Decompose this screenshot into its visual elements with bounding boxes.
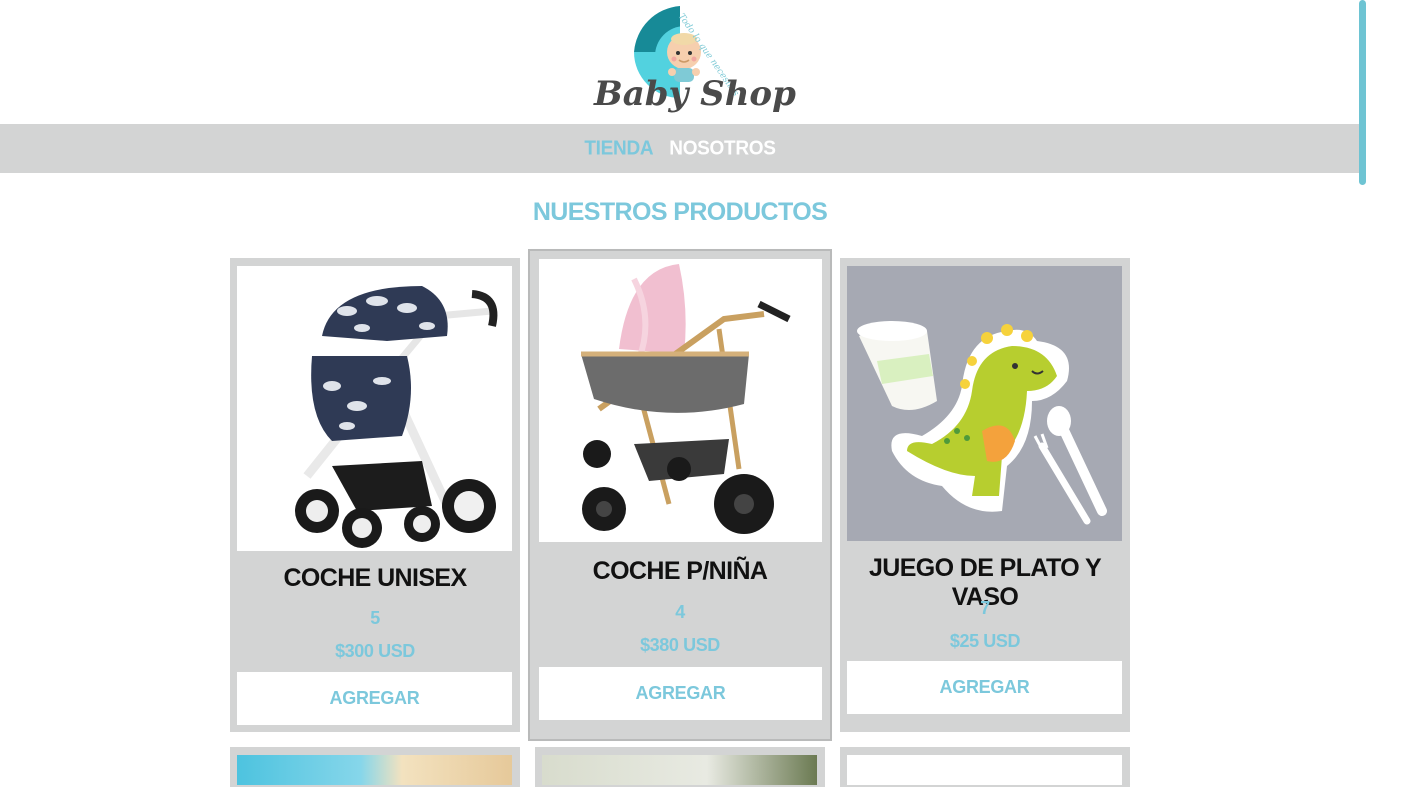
- add-to-cart-button[interactable]: AGREGAR: [539, 667, 822, 720]
- stroller-unisex-image[interactable]: [237, 266, 512, 551]
- scrollbar[interactable]: [1359, 0, 1366, 185]
- header: Todo lo que necesitas Baby Shop: [0, 0, 1360, 124]
- baby-shop-logo[interactable]: Todo lo que necesitas Baby Shop: [588, 4, 796, 118]
- product-stock: 7: [980, 598, 990, 618]
- logo-wordmark: Baby Shop: [594, 74, 796, 114]
- product-card: JUEGO DE PLATO Y VASO 7 $25 USD AGREGAR: [840, 258, 1130, 732]
- stroller-girl-image[interactable]: [539, 259, 822, 542]
- product-name: COCHE P/NIÑA: [592, 557, 768, 585]
- product-name: COCHE UNISEX: [283, 564, 467, 592]
- product-stock: 4: [675, 602, 685, 622]
- nav-link-nosotros[interactable]: NOSOTROS: [669, 137, 776, 161]
- product-card: [840, 747, 1130, 787]
- product-card: [535, 747, 825, 787]
- main-nav: TIENDA NOSOTROS: [0, 124, 1360, 173]
- product-card: COCHE P/NIÑA 4 $380 USD AGREGAR: [528, 249, 832, 741]
- page-title: NUESTROS PRODUCTOS: [532, 198, 828, 226]
- nav-link-tienda[interactable]: TIENDA: [584, 137, 653, 161]
- product-price: $380 USD: [640, 635, 720, 655]
- product-image[interactable]: [847, 755, 1122, 785]
- product-card: COCHE UNISEX 5 $300 USD AGREGAR: [230, 258, 520, 732]
- product-price: $25 USD: [949, 631, 1021, 651]
- product-card: [230, 747, 520, 787]
- product-image[interactable]: [237, 755, 512, 785]
- add-to-cart-button[interactable]: AGREGAR: [847, 661, 1122, 714]
- product-price: $300 USD: [335, 641, 415, 661]
- dino-plate-set-image[interactable]: [847, 266, 1122, 541]
- product-image[interactable]: [542, 755, 817, 785]
- add-to-cart-button[interactable]: AGREGAR: [237, 672, 512, 725]
- product-stock: 5: [370, 608, 380, 628]
